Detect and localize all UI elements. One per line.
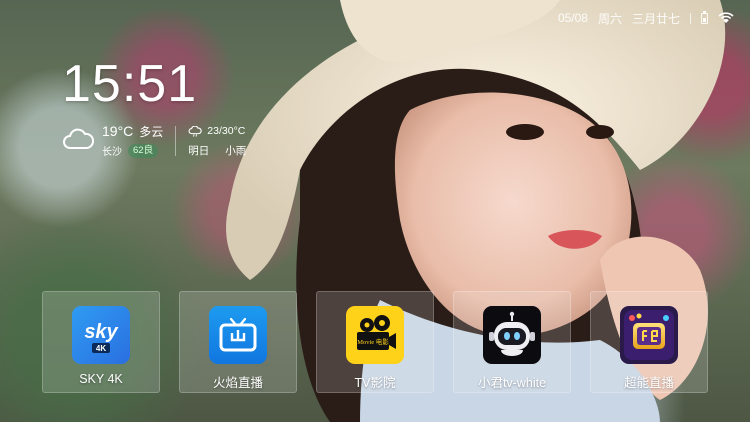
app-row: sky 4K SKY 4K 火焰直播 Movie 电影 TV影院 小君tv-wh… xyxy=(42,291,708,393)
app-tile-sky-4k[interactable]: sky 4K SKY 4K xyxy=(42,291,160,393)
cloud-icon xyxy=(63,128,94,149)
status-weekday: 周六 xyxy=(597,11,622,26)
status-date: 05/08 xyxy=(557,11,588,25)
weather-city: 长沙 xyxy=(102,147,122,158)
weather-widget[interactable]: 19°C 多云 长沙 62良 23/30°C 明日 小雨 xyxy=(62,122,246,158)
app-label: 小君tv-white xyxy=(477,376,547,390)
wifi-icon xyxy=(718,12,734,23)
super-live-icon xyxy=(620,306,678,364)
clock-time: 15:51 xyxy=(62,55,198,113)
app-label: 火焰直播 xyxy=(212,376,263,390)
sky-logo-text: sky xyxy=(84,321,118,343)
weather-temperature: 19°C xyxy=(102,123,134,139)
weather-tomorrow-condition: 小雨 xyxy=(225,145,247,157)
app-label: TV影院 xyxy=(354,376,396,390)
weather-condition: 多云 xyxy=(139,125,164,139)
tv-cinema-movie-icon: Movie 电影 xyxy=(346,306,404,364)
weather-tomorrow-range: 23/30°C xyxy=(207,125,246,137)
rain-cloud-icon xyxy=(188,125,203,137)
status-lunar-date: 三月廿七 xyxy=(631,11,680,26)
weather-tomorrow-day: 明日 xyxy=(188,145,210,157)
movie-word: Movie 电影 xyxy=(357,337,389,346)
aqi-badge: 62良 xyxy=(128,143,159,158)
sky-4k-badge: 4K xyxy=(96,344,106,353)
xiaojun-robot-icon xyxy=(483,306,541,364)
app-tile-fire-live[interactable]: 火焰直播 xyxy=(179,291,297,393)
weather-tomorrow: 23/30°C 明日 小雨 xyxy=(188,122,246,158)
weather-divider xyxy=(175,126,177,156)
app-label: 超能直播 xyxy=(623,376,674,390)
weather-today: 19°C 多云 长沙 62良 xyxy=(102,122,163,158)
app-tile-tv-cinema[interactable]: Movie 电影 TV影院 xyxy=(316,291,434,393)
app-label: SKY 4K xyxy=(79,372,123,386)
battery-icon xyxy=(701,10,708,24)
fire-live-tv-icon xyxy=(209,306,267,364)
status-bar: 05/08 周六 三月廿七 xyxy=(558,9,734,27)
app-tile-xiaojun-tv[interactable]: 小君tv-white xyxy=(453,291,571,393)
app-tile-super-live[interactable]: 超能直播 xyxy=(590,291,708,393)
sky-4k-app-icon: sky 4K xyxy=(72,306,130,364)
status-separator xyxy=(690,12,691,24)
